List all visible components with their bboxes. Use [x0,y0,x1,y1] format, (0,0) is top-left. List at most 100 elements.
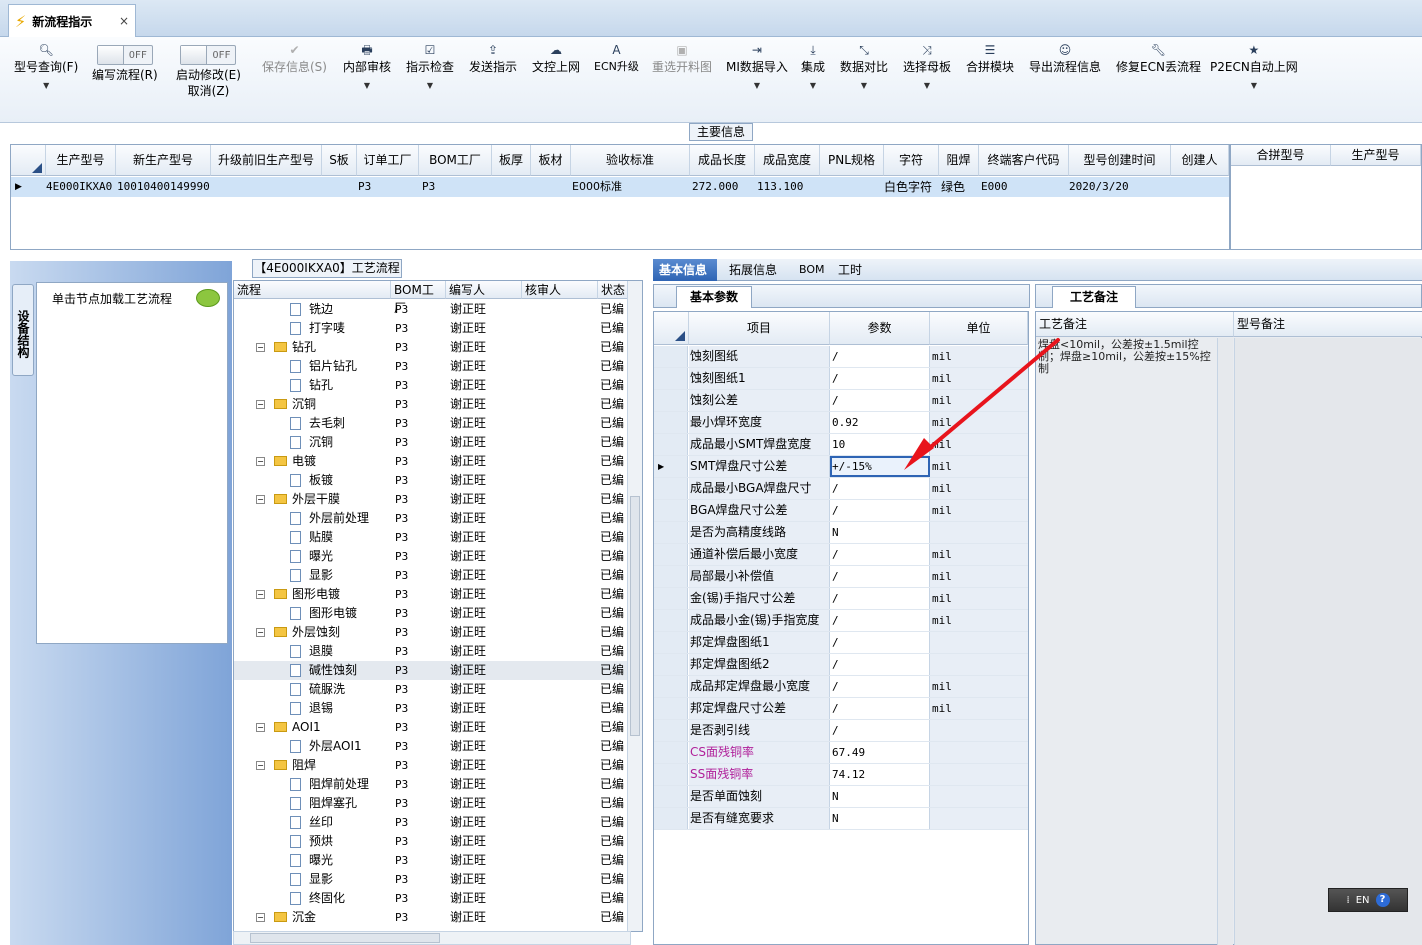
tree-row[interactable]: 沉铜 P3 谢正旺 已编 [234,433,630,452]
param-row[interactable]: 蚀刻公差 / mil [654,390,1028,412]
tree-row[interactable]: 打字唛 P3 谢正旺 已编 [234,319,630,338]
collapse-toggle[interactable]: − [256,913,265,922]
collapse-toggle[interactable]: − [256,628,265,637]
row-indicator[interactable] [654,412,688,433]
ecn-upgrade-button[interactable]: A ECN升级 [594,41,639,75]
tree-row[interactable]: 显影 P3 谢正旺 已编 [234,870,630,889]
row-indicator[interactable] [654,588,688,609]
param-value[interactable]: / [830,676,930,697]
tree-row[interactable]: 外层前处理 P3 谢正旺 已编 [234,509,630,528]
row-indicator[interactable] [654,500,688,521]
remark-scrollbar[interactable] [1217,338,1233,945]
send-instruction-button[interactable]: ⇪ 发送指示 [469,41,517,75]
col-header[interactable]: 验收标准 [571,145,690,176]
param-row[interactable]: 金(锡)手指尺寸公差 / mil [654,588,1028,610]
process-tree[interactable]: 流程 BOM工厂 编写人 核审人 状态 铣边 P3 谢正旺 已编 打字唛 P3 谢正旺 已编 −… [233,280,643,932]
cancel-label[interactable]: 取消(Z) [188,83,230,99]
integrate-button[interactable]: ⤓ 集成 ▼ [801,41,825,90]
col-header[interactable]: S板 [322,145,357,176]
param-value[interactable]: / [830,566,930,587]
main-info-grid[interactable]: 生产型号 新生产型号 升级前旧生产型号 S板 订单工厂 BOM工厂 板厚 板材 … [10,144,1230,250]
param-value[interactable]: / [830,610,930,631]
tree-row[interactable]: 曝光 P3 谢正旺 已编 [234,547,630,566]
tree-row[interactable]: 铝片钻孔 P3 谢正旺 已编 [234,357,630,376]
equipment-panel[interactable] [36,282,228,644]
param-value[interactable]: / [830,544,930,565]
chevron-down-icon[interactable]: ▼ [364,81,370,90]
col-header[interactable]: 成品长度 [690,145,755,176]
col-header[interactable]: 阻焊 [939,145,979,176]
collapse-toggle[interactable]: − [256,495,265,504]
col-header[interactable]: 项目 [689,312,830,345]
row-indicator[interactable] [654,390,688,411]
col-header[interactable]: 升级前旧生产型号 [211,145,322,176]
param-row[interactable]: 成品最小金(锡)手指宽度 / mil [654,610,1028,632]
tree-row[interactable]: 预烘 P3 谢正旺 已编 [234,832,630,851]
tree-row[interactable]: 钻孔 P3 谢正旺 已编 [234,376,630,395]
param-value[interactable]: / [830,346,930,367]
param-row[interactable]: 是否剥引线 / [654,720,1028,742]
param-value[interactable]: / [830,720,930,741]
col-header[interactable]: BOM工厂 [391,281,446,315]
mi-import-button[interactable]: ⇥ MI数据导入 ▼ [726,41,788,90]
collapse-toggle[interactable]: − [256,761,265,770]
tab-basic-info[interactable]: 基本信息 [653,259,717,281]
tree-row[interactable]: 显影 P3 谢正旺 已编 [234,566,630,585]
scroll-thumb[interactable] [630,496,640,736]
row-indicator[interactable] [654,368,688,389]
param-row[interactable]: 通道补偿后最小宽度 / mil [654,544,1028,566]
col-header[interactable]: 生产型号 [1331,145,1421,166]
param-value[interactable]: +/-15% [830,456,930,477]
row-indicator[interactable] [654,808,688,829]
row-indicator[interactable]: ▶ [654,456,688,477]
chevron-down-icon[interactable]: ▼ [754,81,760,90]
param-value[interactable]: 74.12 [830,764,930,785]
col-header[interactable]: 编写人 [446,281,522,299]
col-header[interactable]: 型号创建时间 [1069,145,1171,176]
row-indicator[interactable] [654,764,688,785]
start-modify-toggle[interactable]: OFF 启动修改(E) 取消(Z) [176,41,241,99]
param-row[interactable]: 是否为高精度线路 N [654,522,1028,544]
process-remark-text[interactable]: 焊盘<10mil，公差按±1.5mil控制；焊盘≥10mil，公差按±15%控制 [1038,339,1214,375]
param-row[interactable]: SS面残铜率 74.12 [654,764,1028,786]
tree-row[interactable]: 退膜 P3 谢正旺 已编 [234,642,630,661]
tree-row[interactable]: − 沉金 P3 谢正旺 已编 [234,908,630,927]
param-row[interactable]: 是否单面蚀刻 N [654,786,1028,808]
merge-model-grid[interactable]: 合拼型号 生产型号 [1230,144,1422,250]
col-header[interactable]: 订单工厂 [357,145,419,176]
col-header[interactable]: 新生产型号 [116,145,211,176]
tree-row[interactable]: 曝光 P3 谢正旺 已编 [234,851,630,870]
row-indicator[interactable] [654,654,688,675]
select-mother-board-button[interactable]: ⤨ 选择母板 ▼ [903,41,951,90]
tree-row[interactable]: 外层AOI1 P3 谢正旺 已编 [234,737,630,756]
tab-bom[interactable]: BOM [793,259,831,281]
param-row[interactable]: 成品最小SMT焊盘宽度 10 mil [654,434,1028,456]
param-row[interactable]: 邦定焊盘尺寸公差 / mil [654,698,1028,720]
export-flow-button[interactable]: ☺ 导出流程信息 [1029,41,1101,75]
col-header[interactable]: PNL规格 [820,145,884,176]
tab-process-remarks[interactable]: 工艺备注 [1052,286,1136,308]
row-indicator[interactable] [654,698,688,719]
col-header[interactable]: 状态 [598,281,630,299]
row-indicator[interactable] [654,566,688,587]
param-value[interactable]: N [830,786,930,807]
tab-work-hours[interactable]: 工时 [832,259,868,281]
equipment-structure-tab[interactable]: 设备结构 [12,284,34,376]
collapse-toggle[interactable]: − [256,457,265,466]
merge-module-button[interactable]: ☰ 合拼模块 [966,41,1014,75]
tree-vertical-scrollbar[interactable] [627,281,642,931]
tree-row[interactable]: 阻焊前处理 P3 谢正旺 已编 [234,775,630,794]
param-row[interactable]: 邦定焊盘图纸2/ [654,654,1028,676]
close-icon[interactable]: × [119,14,129,28]
write-flow-toggle[interactable]: OFF 编写流程(R) [92,41,158,83]
param-row[interactable]: BGA焊盘尺寸公差 / mil [654,500,1028,522]
tree-row[interactable]: − 电镀 P3 谢正旺 已编 [234,452,630,471]
param-value[interactable]: / [830,368,930,389]
param-value[interactable]: / [830,654,930,675]
param-row[interactable]: 成品最小BGA焊盘尺寸 / mil [654,478,1028,500]
row-indicator[interactable] [654,544,688,565]
row-indicator[interactable] [654,346,688,367]
param-value[interactable]: N [830,808,930,829]
basic-params-grid[interactable]: 项目 参数 单位 蚀刻图纸 / mil 蚀刻图纸1/mil 蚀刻公差 / mil 最小焊环宽度… [653,311,1029,945]
tree-row[interactable]: 硫脲洗 P3 谢正旺 已编 [234,680,630,699]
